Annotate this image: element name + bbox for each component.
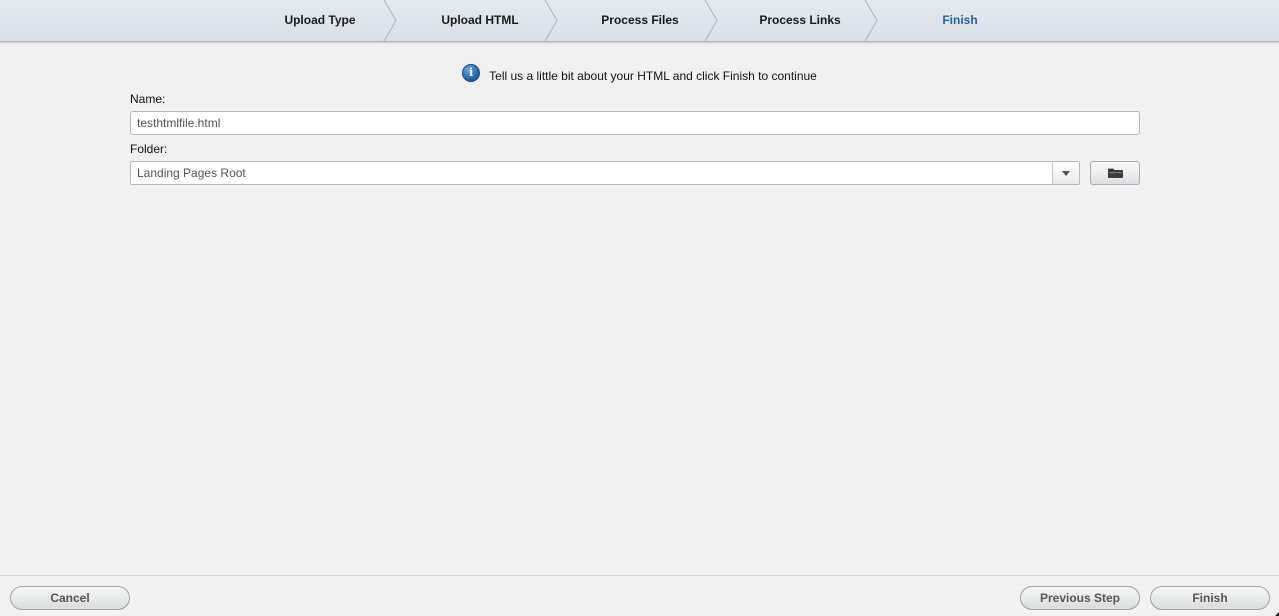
folder-select[interactable]: Landing Pages Root — [130, 161, 1080, 185]
folder-icon — [1108, 168, 1123, 178]
step-process-links[interactable]: Process Links — [740, 0, 860, 41]
resize-corner-icon — [1274, 612, 1279, 616]
step-separator-icon — [704, 0, 718, 41]
folder-select-value: Landing Pages Root — [137, 166, 246, 180]
name-label: Name: — [130, 92, 166, 106]
info-message-text: Tell us a little bit about your HTML and… — [489, 69, 817, 83]
step-separator-icon — [383, 0, 397, 41]
previous-step-button[interactable]: Previous Step — [1020, 586, 1140, 610]
info-message: i Tell us a little bit about your HTML a… — [0, 61, 1279, 83]
step-process-files[interactable]: Process Files — [580, 0, 700, 41]
cancel-button[interactable]: Cancel — [10, 586, 130, 610]
wizard-steps-bar: Upload Type Upload HTML Process Files Pr… — [0, 0, 1279, 42]
step-finish[interactable]: Finish — [900, 0, 1020, 41]
info-icon: i — [462, 64, 481, 82]
name-input-value: testhtmlfile.html — [137, 116, 221, 130]
name-input[interactable]: testhtmlfile.html — [130, 111, 1140, 135]
step-upload-type[interactable]: Upload Type — [260, 0, 380, 41]
step-separator-icon — [544, 0, 558, 41]
finish-button[interactable]: Finish — [1150, 586, 1270, 610]
step-separator-icon — [864, 0, 878, 41]
footer-bar: Cancel Previous Step Finish — [0, 575, 1279, 616]
chevron-down-icon[interactable] — [1052, 162, 1079, 184]
folder-label: Folder: — [130, 142, 168, 156]
upload-html-wizard: Upload Type Upload HTML Process Files Pr… — [0, 0, 1279, 616]
step-upload-html[interactable]: Upload HTML — [420, 0, 540, 41]
browse-folder-button[interactable] — [1090, 161, 1140, 185]
